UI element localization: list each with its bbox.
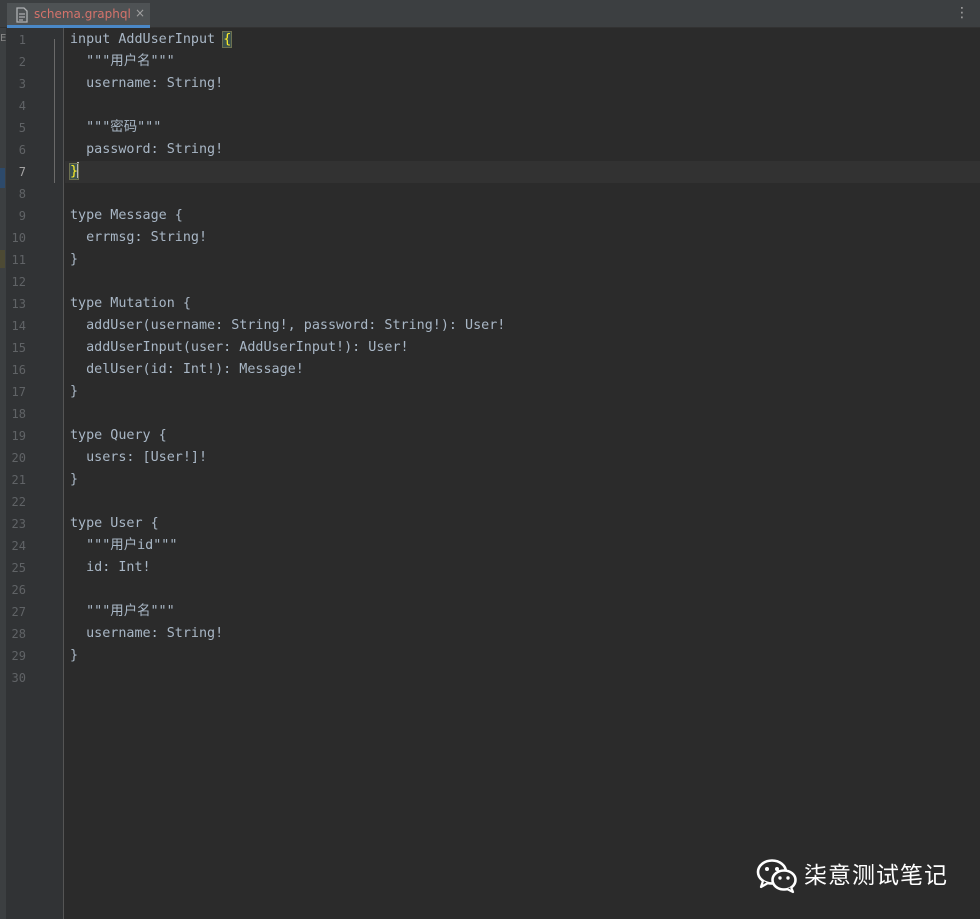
- text-caret: [77, 162, 80, 178]
- code-line[interactable]: """用户名""": [70, 51, 175, 73]
- line-number[interactable]: 11: [6, 249, 26, 271]
- line-number[interactable]: 25: [6, 557, 26, 579]
- code-line[interactable]: }: [70, 381, 78, 403]
- code-line[interactable]: }: [68, 161, 80, 183]
- matched-brace: {: [222, 31, 233, 48]
- code-line[interactable]: """用户名""": [70, 601, 175, 623]
- code-area[interactable]: input AddUserInput { """用户名""" username:…: [65, 28, 980, 919]
- line-number[interactable]: 28: [6, 623, 26, 645]
- file-icon: [16, 7, 28, 23]
- line-number[interactable]: 23: [6, 513, 26, 535]
- wechat-icon: [756, 859, 797, 894]
- code-line[interactable]: }: [70, 645, 78, 667]
- code-line[interactable]: username: String!: [70, 623, 223, 645]
- code-line[interactable]: password: String!: [70, 139, 223, 161]
- line-number[interactable]: 3: [6, 73, 26, 95]
- line-number[interactable]: 29: [6, 645, 26, 667]
- code-line[interactable]: errmsg: String!: [70, 227, 207, 249]
- line-number[interactable]: 22: [6, 491, 26, 513]
- line-number[interactable]: 20: [6, 447, 26, 469]
- line-number[interactable]: 1: [6, 29, 26, 51]
- code-line[interactable]: delUser(id: Int!): Message!: [70, 359, 304, 381]
- code-line[interactable]: }: [70, 469, 78, 491]
- line-number[interactable]: 10: [6, 227, 26, 249]
- line-number[interactable]: 14: [6, 315, 26, 337]
- code-line[interactable]: addUser(username: String!, password: Str…: [70, 315, 505, 337]
- line-number[interactable]: 15: [6, 337, 26, 359]
- line-number[interactable]: 7: [6, 161, 26, 183]
- code-line[interactable]: type User {: [70, 513, 159, 535]
- code-line[interactable]: type Query {: [70, 425, 167, 447]
- line-number[interactable]: 17: [6, 381, 26, 403]
- tool-window-marker[interactable]: [0, 168, 5, 188]
- tab-label: schema.graphql: [34, 7, 131, 21]
- watermark: 柒意测试笔记: [756, 856, 948, 896]
- code-line[interactable]: username: String!: [70, 73, 223, 95]
- editor-window: schema.graphql × ⋮ E 1 2 3 4 5 6 7 8 9 10 11 12 13 14…: [0, 0, 980, 919]
- line-number[interactable]: 12: [6, 271, 26, 293]
- line-number[interactable]: 24: [6, 535, 26, 557]
- current-line-highlight: [65, 161, 980, 183]
- code-line[interactable]: input AddUserInput {: [70, 29, 233, 51]
- line-number[interactable]: 16: [6, 359, 26, 381]
- line-number[interactable]: 13: [6, 293, 26, 315]
- code-line[interactable]: """密码""": [70, 117, 161, 139]
- line-number[interactable]: 30: [6, 667, 26, 689]
- line-number[interactable]: 26: [6, 579, 26, 601]
- fold-guide: [54, 39, 55, 183]
- code-line[interactable]: type Mutation {: [70, 293, 191, 315]
- tab-schema-graphql[interactable]: schema.graphql ×: [7, 3, 150, 28]
- line-number[interactable]: 2: [6, 51, 26, 73]
- line-number[interactable]: 6: [6, 139, 26, 161]
- code-line[interactable]: id: Int!: [70, 557, 151, 579]
- line-number[interactable]: 5: [6, 117, 26, 139]
- code-line[interactable]: }: [70, 249, 78, 271]
- line-number[interactable]: 19: [6, 425, 26, 447]
- line-number[interactable]: 8: [6, 183, 26, 205]
- line-number[interactable]: 18: [6, 403, 26, 425]
- line-number[interactable]: 21: [6, 469, 26, 491]
- watermark-text: 柒意测试笔记: [804, 863, 948, 889]
- line-number-gutter[interactable]: 1 2 3 4 5 6 7 8 9 10 11 12 13 14 15 16 17 18 19 20 21 22 23 24 2…: [6, 28, 64, 919]
- tab-bar: schema.graphql × ⋮: [0, 0, 980, 28]
- line-number[interactable]: 27: [6, 601, 26, 623]
- line-number[interactable]: 4: [6, 95, 26, 117]
- code-line[interactable]: users: [User!]!: [70, 447, 207, 469]
- line-number[interactable]: 9: [6, 205, 26, 227]
- more-options-icon[interactable]: ⋮: [955, 5, 969, 21]
- close-icon[interactable]: ×: [135, 6, 145, 20]
- tool-window-marker[interactable]: [0, 250, 5, 268]
- code-line[interactable]: addUserInput(user: AddUserInput!): User!: [70, 337, 409, 359]
- code-line[interactable]: type Message {: [70, 205, 183, 227]
- code-line[interactable]: """用户id""": [70, 535, 177, 557]
